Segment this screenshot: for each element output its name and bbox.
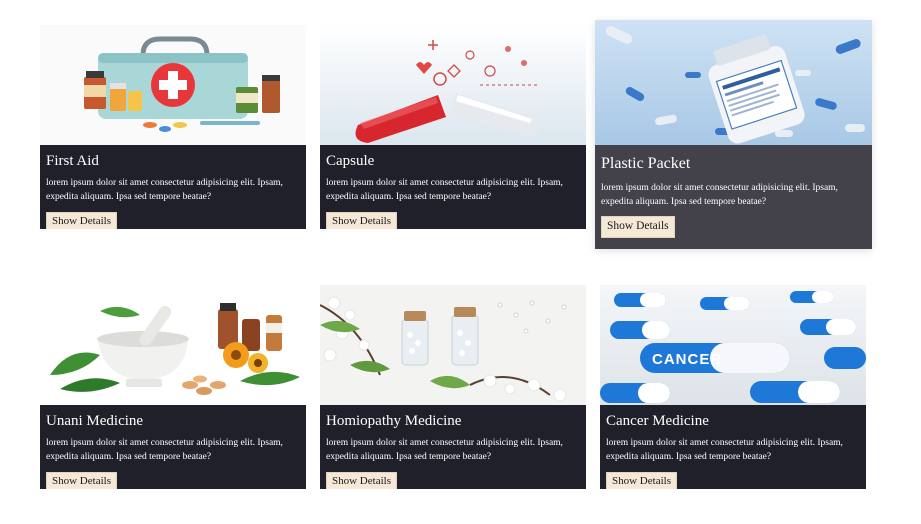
product-grid: First Aid lorem ipsum dolor sit amet con… [0, 0, 921, 524]
show-details-button[interactable]: Show Details [606, 471, 677, 489]
show-details-button[interactable]: Show Details [326, 471, 397, 489]
pill-bottle-image [595, 20, 872, 145]
show-details-button[interactable]: Show Details [46, 211, 117, 229]
card-title: Capsule [326, 153, 375, 169]
card-title: Unani Medicine [46, 413, 144, 429]
product-card-capsule: Capsule lorem ipsum dolor sit amet conse… [320, 25, 586, 229]
card-body: Plastic Packet lorem ipsum dolor sit ame… [595, 145, 872, 249]
homeopathy-vials-flowers-image [320, 285, 586, 405]
card-body: Unani Medicine lorem ipsum dolor sit ame… [40, 405, 306, 489]
product-card-first-aid: First Aid lorem ipsum dolor sit amet con… [40, 25, 306, 229]
product-card-homiopathy-medicine: Homiopathy Medicine lorem ipsum dolor si… [320, 285, 586, 489]
card-description: lorem ipsum dolor sit amet consectetur a… [601, 182, 838, 208]
show-details-button[interactable]: Show Details [46, 471, 117, 489]
card-body: Capsule lorem ipsum dolor sit amet conse… [320, 145, 586, 229]
product-card-unani-medicine: Unani Medicine lorem ipsum dolor sit ame… [40, 285, 306, 489]
card-title: Homiopathy Medicine [326, 413, 462, 429]
card-title: First Aid [46, 153, 99, 169]
card-title: Plastic Packet [601, 155, 691, 172]
card-body: First Aid lorem ipsum dolor sit amet con… [40, 145, 306, 229]
card-description: lorem ipsum dolor sit amet consectetur a… [46, 177, 283, 203]
cancer-capsules-image: CANCER [600, 285, 866, 405]
product-card-plastic-packet: Plastic Packet lorem ipsum dolor sit ame… [595, 20, 872, 249]
mortar-pestle-herbs-image [40, 285, 306, 405]
card-body: Cancer Medicine lorem ipsum dolor sit am… [600, 405, 866, 489]
card-description: lorem ipsum dolor sit amet consectetur a… [326, 177, 563, 203]
card-description: lorem ipsum dolor sit amet consectetur a… [46, 437, 283, 463]
capsule-image [320, 25, 586, 145]
show-details-button[interactable]: Show Details [601, 216, 675, 238]
card-description: lorem ipsum dolor sit amet consectetur a… [326, 437, 563, 463]
capsule-print-text: CANCER [652, 351, 722, 368]
show-details-button[interactable]: Show Details [326, 211, 397, 229]
card-body: Homiopathy Medicine lorem ipsum dolor si… [320, 405, 586, 489]
product-card-cancer-medicine: CANCER Cancer Medicine lorem ipsum dolor… [600, 285, 866, 489]
first-aid-kit-image [40, 25, 306, 145]
card-description: lorem ipsum dolor sit amet consectetur a… [606, 437, 843, 463]
card-title: Cancer Medicine [606, 413, 709, 429]
